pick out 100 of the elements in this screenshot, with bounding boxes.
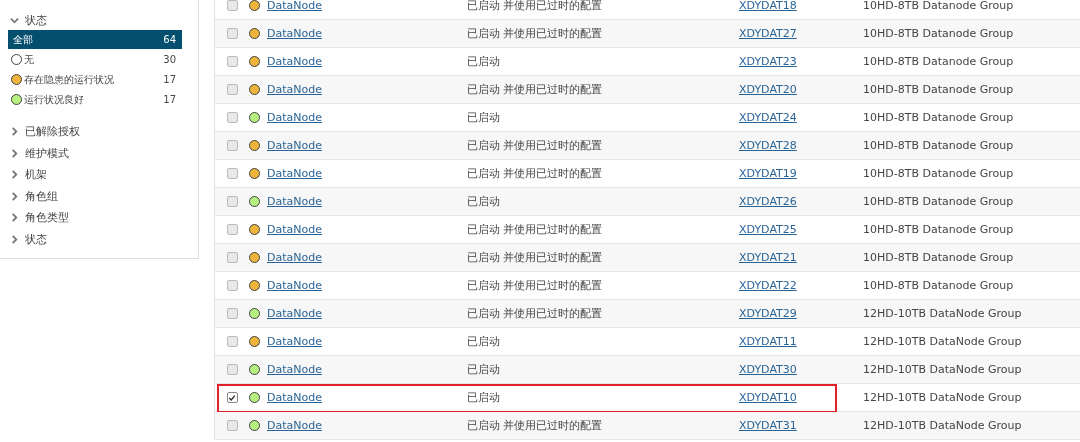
checkbox[interactable] xyxy=(226,0,238,11)
filter-section-header[interactable]: 状态 xyxy=(8,230,198,248)
host-link[interactable]: XDYDAT18 xyxy=(739,0,797,12)
filter-section-header[interactable]: 角色组 xyxy=(8,187,198,205)
host-link[interactable]: XDYDAT10 xyxy=(739,391,797,404)
table-row[interactable]: DataNode 已启动 并使用已过时的配置 XDYDAT29 12HD-10TB DataNode Group xyxy=(215,300,1080,328)
host-link[interactable]: XDYDAT31 xyxy=(739,419,797,432)
role-link[interactable]: DataNode xyxy=(267,251,322,264)
table-cell: 10HD-8TB Datanode Group xyxy=(863,167,1014,180)
checkbox[interactable] xyxy=(226,140,238,151)
role-link[interactable]: DataNode xyxy=(267,279,322,292)
filter-item[interactable]: 全部 64 xyxy=(8,30,182,49)
table-cell-text: 已启动 并使用已过时的配置 xyxy=(467,82,604,97)
chevron-icon xyxy=(10,148,19,158)
table-cell: 10HD-8TB Datanode Group xyxy=(863,55,1014,68)
filter-label: 运行状况良好 xyxy=(24,92,85,107)
host-link[interactable]: XDYDAT28 xyxy=(739,139,797,152)
host-link[interactable]: XDYDAT19 xyxy=(739,167,797,180)
host-link[interactable]: XDYDAT23 xyxy=(739,55,797,68)
role-link[interactable]: DataNode xyxy=(267,167,322,180)
filter-section-header[interactable]: 机架 xyxy=(8,166,198,183)
filter-item[interactable]: 无 30 xyxy=(8,50,182,69)
table-row[interactable]: DataNode 已启动 并使用已过时的配置 XDYDAT28 10HD-8TB Datanode Group xyxy=(215,132,1080,160)
filter-section-header[interactable]: 状态 xyxy=(8,12,47,29)
role-link[interactable]: DataNode xyxy=(267,83,322,96)
role-link[interactable]: DataNode xyxy=(267,27,322,40)
role-link[interactable]: DataNode xyxy=(267,55,322,68)
table-cell: 12HD-10TB DataNode Group xyxy=(863,335,1022,348)
host-link[interactable]: XDYDAT26 xyxy=(739,195,797,208)
role-link[interactable]: DataNode xyxy=(267,139,322,152)
filter-section-header[interactable]: 已解除授权 xyxy=(8,123,198,140)
role-link[interactable]: DataNode xyxy=(267,307,322,320)
role-link[interactable]: DataNode xyxy=(267,363,322,376)
chevron-icon xyxy=(10,127,19,136)
filter-item[interactable]: 存在隐患的运行状况 17 xyxy=(8,70,182,89)
role-link[interactable]: DataNode xyxy=(267,391,322,404)
checkbox[interactable] xyxy=(226,56,238,67)
table-row[interactable]: DataNode 已启动 并使用已过时的配置 XDYDAT21 10HD-8TB Datanode Group xyxy=(215,244,1080,272)
table-cell-text: 已启动 xyxy=(467,334,501,349)
checkbox[interactable] xyxy=(226,84,238,95)
table-cell-text: 已启动 xyxy=(467,110,501,125)
table-row[interactable]: DataNode 已启动 并使用已过时的配置 XDYDAT20 10HD-8TB Datanode Group xyxy=(215,76,1080,104)
table-cell-text: 已启动 xyxy=(467,390,501,405)
filter-section-header[interactable]: 角色类型 xyxy=(8,209,198,226)
checkbox[interactable] xyxy=(226,336,238,347)
table-row[interactable]: DataNode 已启动 XDYDAT10 12HD-10TB DataNode Group xyxy=(215,384,1080,412)
table-cell-text: 已启动 xyxy=(467,362,501,377)
table-cell: 12HD-10TB DataNode Group xyxy=(863,419,1022,432)
checkbox[interactable] xyxy=(226,364,238,375)
checkbox[interactable] xyxy=(226,308,238,319)
table-cell-text: 已启动 并使用已过时的配置 xyxy=(467,166,604,181)
table-cell-text: 已启动 xyxy=(467,54,501,69)
table-cell: 10HD-8TB Datanode Group xyxy=(863,83,1014,96)
table-row[interactable]: DataNode 已启动 并使用已过时的配置 XDYDAT31 12HD-10TB DataNode Group xyxy=(215,412,1080,440)
table-row[interactable]: DataNode 已启动 XDYDAT26 10HD-8TB Datanode Group xyxy=(215,188,1080,216)
filter-count: 17 xyxy=(163,74,176,85)
filter-count: 17 xyxy=(163,94,176,105)
host-link[interactable]: XDYDAT21 xyxy=(739,251,797,264)
table-cell: 10HD-8TB Datanode Group xyxy=(863,111,1014,124)
role-link[interactable]: DataNode xyxy=(267,111,322,124)
checkbox[interactable] xyxy=(226,392,238,403)
checkbox[interactable] xyxy=(226,420,238,431)
table-cell-text: 已启动 并使用已过时的配置 xyxy=(467,306,604,321)
checkbox[interactable] xyxy=(226,252,238,263)
filter-count: 30 xyxy=(163,54,176,65)
table-cell: 10HD-8TB Datanode Group xyxy=(863,279,1014,292)
host-link[interactable]: XDYDAT24 xyxy=(739,111,797,124)
table-cell: 12HD-10TB DataNode Group xyxy=(863,391,1022,404)
checkbox[interactable] xyxy=(226,112,238,123)
filter-item[interactable]: 运行状况良好 17 xyxy=(8,90,182,109)
table-cell-text: 已启动 并使用已过时的配置 xyxy=(467,222,604,237)
checkbox[interactable] xyxy=(226,28,238,39)
chevron-icon xyxy=(10,170,19,179)
table-cell-text: 已启动 并使用已过时的配置 xyxy=(467,250,604,265)
host-link[interactable]: XDYDAT30 xyxy=(739,363,797,376)
host-link[interactable]: XDYDAT29 xyxy=(739,307,797,320)
role-link[interactable]: DataNode xyxy=(267,335,322,348)
table-cell: 12HD-10TB DataNode Group xyxy=(863,363,1022,376)
table-row[interactable]: DataNode 已启动 并使用已过时的配置 XDYDAT27 10HD-8TB Datanode Group xyxy=(215,20,1080,48)
role-link[interactable]: DataNode xyxy=(267,223,322,236)
checkbox[interactable] xyxy=(226,168,238,179)
host-link[interactable]: XDYDAT25 xyxy=(739,223,797,236)
role-link[interactable]: DataNode xyxy=(267,0,322,12)
host-link[interactable]: XDYDAT20 xyxy=(739,83,797,96)
filter-section-header[interactable]: 维护模式 xyxy=(8,144,198,162)
checkbox[interactable] xyxy=(226,196,238,207)
role-link[interactable]: DataNode xyxy=(267,195,322,208)
filter-label: 全部 xyxy=(13,32,34,47)
checkbox[interactable] xyxy=(226,224,238,235)
host-link[interactable]: XDYDAT22 xyxy=(739,279,797,292)
filter-count: 64 xyxy=(163,34,176,45)
table-row[interactable]: DataNode 已启动 XDYDAT30 12HD-10TB DataNode Group xyxy=(215,356,1080,384)
table-row[interactable]: DataNode 已启动 并使用已过时的配置 XDYDAT18 10HD-8TB Datanode Group xyxy=(215,0,1080,20)
table-cell: 10HD-8TB Datanode Group xyxy=(863,27,1014,40)
host-link[interactable]: XDYDAT11 xyxy=(739,335,797,348)
checkbox[interactable] xyxy=(226,280,238,291)
table-cell-text: 已启动 并使用已过时的配置 xyxy=(467,138,604,153)
role-link[interactable]: DataNode xyxy=(267,419,322,432)
filter-label: 无 xyxy=(24,52,35,67)
host-link[interactable]: XDYDAT27 xyxy=(739,27,797,40)
